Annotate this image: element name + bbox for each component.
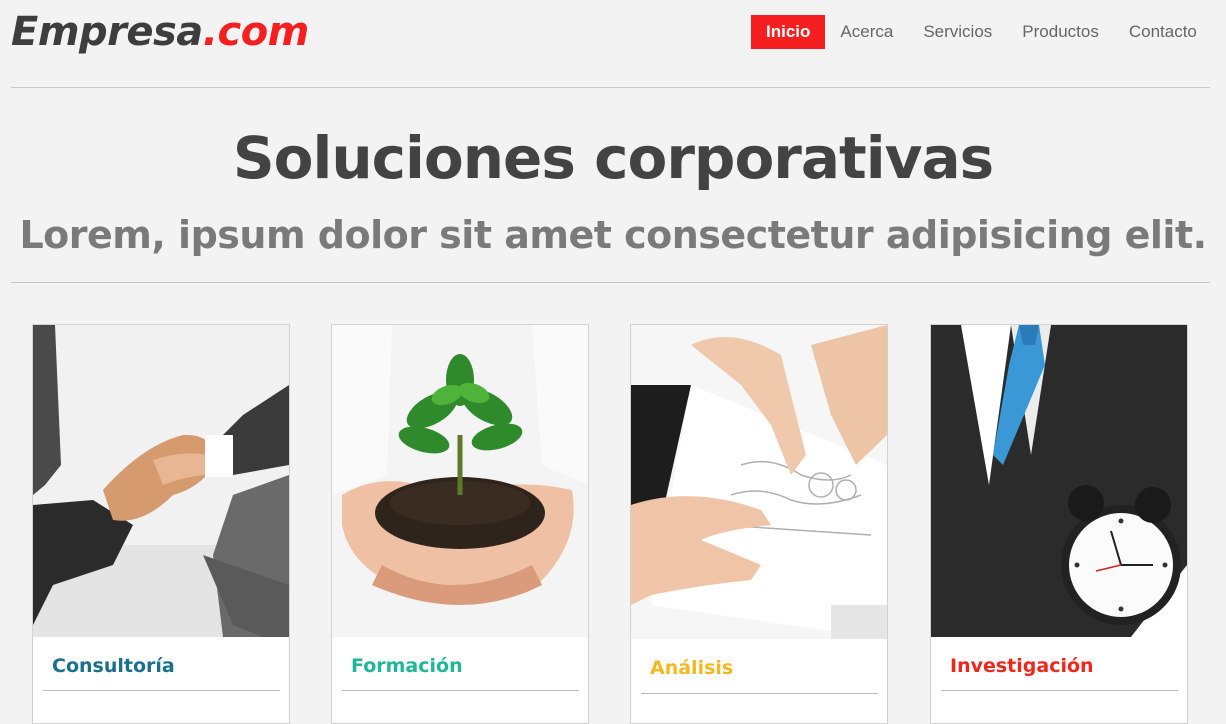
logo-tld: .com — [202, 9, 310, 55]
site-header: Empresa.com Inicio Acerca Servicios Prod… — [0, 0, 1226, 88]
nav-item-contacto[interactable]: Contacto — [1114, 15, 1212, 49]
card-title: Formación — [351, 655, 463, 677]
card-divider — [641, 693, 878, 694]
businessman-with-clock-photo — [931, 325, 1187, 637]
hero-subtitle: Lorem, ipsum dolor sit amet consectetur … — [19, 213, 1207, 257]
card-divider — [342, 690, 579, 691]
hero-title: Soluciones corporativas — [232, 124, 994, 192]
card-divider — [941, 690, 1178, 691]
service-card-formacion[interactable]: Formación — [331, 324, 589, 724]
main-nav: Inicio Acerca Servicios Productos Contac… — [751, 15, 1212, 49]
document-analysis-photo — [631, 325, 887, 639]
hero-divider — [11, 282, 1210, 283]
card-title: Análisis — [650, 657, 734, 679]
nav-item-productos[interactable]: Productos — [1007, 15, 1114, 49]
handshake-photo — [33, 325, 289, 637]
nav-item-acerca[interactable]: Acerca — [825, 15, 908, 49]
plant-in-hands-photo — [332, 325, 588, 637]
service-card-consultoria[interactable]: Consultoría — [32, 324, 290, 724]
nav-item-servicios[interactable]: Servicios — [908, 15, 1007, 49]
logo[interactable]: Empresa.com — [11, 6, 309, 58]
logo-name: Empresa — [11, 9, 203, 55]
nav-item-inicio[interactable]: Inicio — [751, 15, 826, 49]
service-card-investigacion[interactable]: Investigación — [930, 324, 1188, 724]
header-divider — [11, 87, 1210, 88]
card-title: Consultoría — [52, 655, 175, 677]
service-card-analisis[interactable]: Análisis — [630, 324, 888, 724]
card-title: Investigación — [950, 655, 1094, 677]
card-divider — [43, 690, 280, 691]
